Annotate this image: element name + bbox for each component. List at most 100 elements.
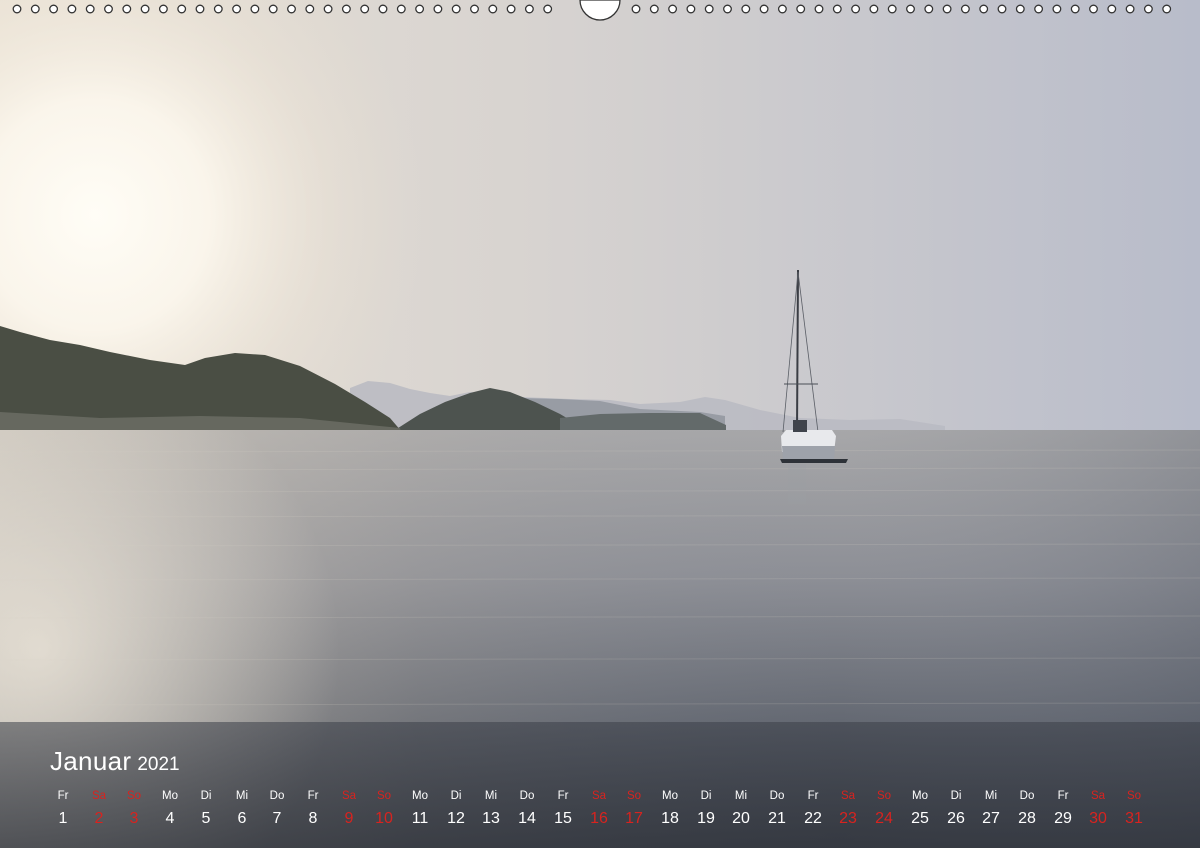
date-number: 4 [165, 810, 175, 827]
date-number: 10 [375, 810, 393, 827]
binding-hole [122, 4, 132, 14]
binding-hole [851, 4, 861, 14]
binding-hole [268, 4, 278, 14]
binding-hole [195, 4, 205, 14]
binding-hole [12, 4, 22, 14]
binding-hole [543, 4, 553, 14]
binding-hole [631, 4, 641, 14]
binding-hole [323, 4, 333, 14]
weekday-label: Fr [57, 790, 69, 802]
weekday-label: So [376, 790, 392, 802]
binding-hole [67, 4, 77, 14]
binding-hole [49, 4, 59, 14]
binding-hole [686, 4, 696, 14]
date-number: 24 [875, 810, 893, 827]
weekday-label: Do [269, 790, 285, 802]
binding-hole [1125, 4, 1135, 14]
date-number: 3 [129, 810, 139, 827]
date-number: 22 [804, 810, 822, 827]
weekday-label: Di [450, 790, 462, 802]
binding-hole [158, 4, 168, 14]
binding-hole [378, 4, 388, 14]
binding-hole [1034, 4, 1044, 14]
binding-hole [30, 4, 40, 14]
binding-hole [360, 4, 370, 14]
weekday-label: Di [200, 790, 212, 802]
weekday-label: Do [769, 790, 785, 802]
weekday-label: Di [700, 790, 712, 802]
binding-hole [177, 4, 187, 14]
date-number: 21 [768, 810, 786, 827]
weekday-label: Do [1019, 790, 1035, 802]
weekday-label: Mo [662, 790, 678, 802]
weekday-label: Fr [1057, 790, 1069, 802]
binding-hole [1015, 4, 1025, 14]
weekday-label: Sa [91, 790, 107, 802]
date-number: 2 [94, 810, 104, 827]
binding-hole [305, 4, 315, 14]
weekday-label: So [1126, 790, 1142, 802]
binding-hole [104, 4, 113, 14]
date-number: 27 [982, 810, 1000, 827]
weekday-label: Mi [235, 790, 249, 802]
binding-hole [887, 4, 897, 14]
date-number: 9 [344, 810, 354, 827]
binding-hole [506, 4, 516, 14]
weekday-label: Mo [912, 790, 928, 802]
binding-hole [741, 4, 751, 14]
date-number: 23 [839, 810, 857, 827]
binding-hole [1070, 4, 1080, 14]
binding-hole [287, 4, 296, 14]
weekday-label: Sa [341, 790, 357, 802]
binding-hole [997, 4, 1007, 14]
weekday-label: Do [519, 790, 535, 802]
binding-hole [979, 4, 989, 14]
binding-hole [832, 4, 842, 14]
binding-hole [723, 4, 732, 14]
binding-hole [704, 4, 714, 14]
binding-hole [451, 4, 461, 14]
hanger-notch [579, 0, 621, 21]
weekday-label: Mi [984, 790, 998, 802]
date-number: 1 [58, 810, 68, 827]
weekday-label: So [876, 790, 892, 802]
weekday-label: Mo [162, 790, 178, 802]
date-number: 30 [1089, 810, 1107, 827]
month-year: 2021 [137, 754, 180, 775]
date-number: 6 [237, 810, 247, 827]
binding-hole [396, 4, 406, 14]
weekday-label: Mo [412, 790, 428, 802]
date-number: 7 [272, 810, 282, 827]
weekday-label: Fr [557, 790, 569, 802]
binding-hole [649, 4, 659, 14]
calendar-page: Januar 2021 Fr Sa So Mo Di Mi Do Fr Sa So Mo Di Mi Do F… [0, 0, 1200, 848]
date-number: 15 [554, 810, 572, 827]
date-number: 28 [1018, 810, 1036, 827]
binding-hole [470, 4, 479, 14]
date-number: 17 [625, 810, 643, 827]
binding-hole [942, 4, 952, 14]
binding-hole [524, 4, 534, 14]
date-row: 1 2 3 4 5 6 7 8 9 10 11 12 13 14 15 16 17 18 19 20 21 22 23 24 2… [0, 808, 1200, 828]
binding-hole [814, 4, 824, 14]
date-number: 26 [947, 810, 965, 827]
binding-hole [415, 4, 425, 14]
binding-hole [213, 4, 223, 14]
date-number: 29 [1054, 810, 1072, 827]
binding-hole [140, 4, 150, 14]
binding-hole [924, 4, 934, 14]
binding-hole [796, 4, 806, 14]
binding-hole [1052, 4, 1062, 14]
binding-hole [1089, 4, 1098, 14]
binding-hole [869, 4, 879, 14]
weekday-label: Sa [591, 790, 607, 802]
weekday-label: Mi [734, 790, 748, 802]
date-number: 14 [518, 810, 536, 827]
date-number: 11 [411, 810, 429, 827]
binding-hole [1143, 4, 1153, 14]
sea-photo [0, 0, 1200, 848]
weekday-label: Fr [807, 790, 819, 802]
month-title: Januar 2021 [50, 746, 180, 777]
date-number: 25 [911, 810, 929, 827]
date-number: 16 [590, 810, 608, 827]
